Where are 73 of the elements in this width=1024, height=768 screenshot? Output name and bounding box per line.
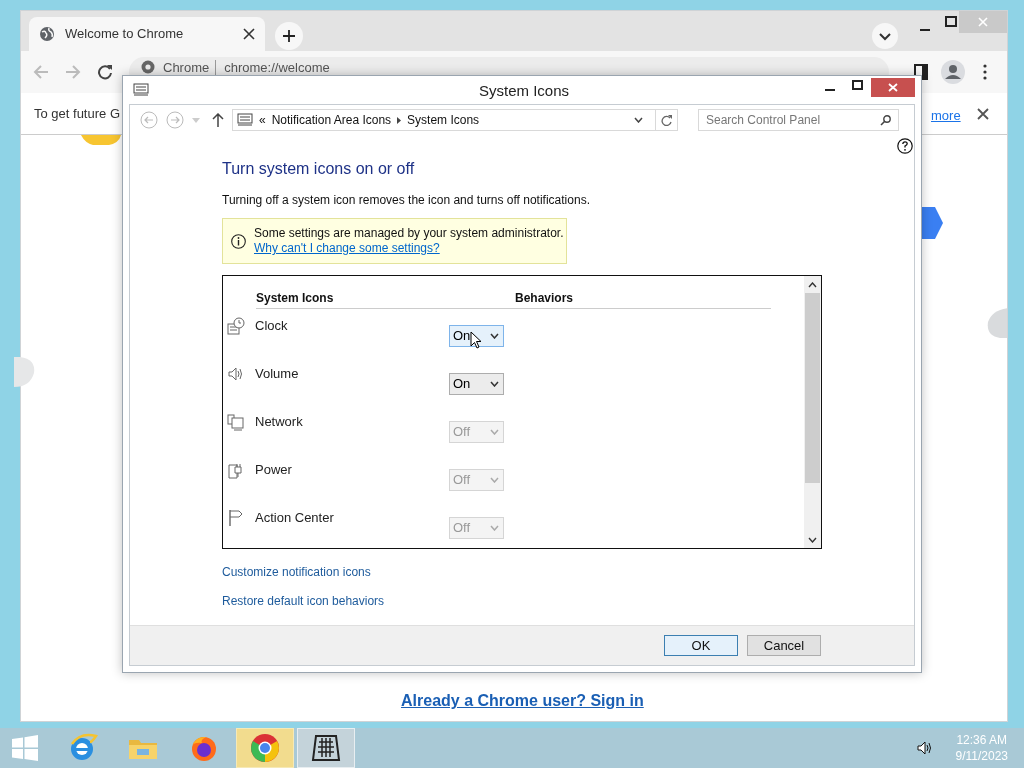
tab-search-icon[interactable] (872, 23, 898, 49)
flag-icon (227, 508, 245, 527)
breadcrumb-item[interactable]: System Icons (407, 111, 480, 129)
help-icon[interactable] (897, 138, 913, 154)
chrome-logo-icon (249, 732, 281, 764)
chrome-logo-icon (141, 60, 155, 74)
maximize-icon[interactable] (852, 80, 863, 90)
behavior-dropdown[interactable]: On (449, 373, 504, 395)
search-icon (880, 114, 891, 126)
windows-logo-icon (12, 735, 38, 761)
chevron-down-icon (490, 381, 499, 387)
info-icon (231, 233, 246, 249)
behavior-dropdown[interactable]: On (449, 325, 504, 347)
dialog-button[interactable]: Cancel (747, 635, 821, 656)
computer-icon (237, 113, 253, 127)
close-icon (888, 83, 898, 92)
chevron-up-icon (808, 282, 817, 288)
sign-in-link[interactable]: Already a Chrome user? Sign in (401, 689, 644, 713)
up-icon[interactable] (212, 113, 224, 127)
reload-icon[interactable] (97, 64, 113, 80)
system-icon-name: Action Center (255, 509, 334, 527)
close-icon (978, 17, 988, 27)
more-icon[interactable] (983, 64, 987, 80)
close-button[interactable] (871, 78, 915, 97)
chevron-right-icon (397, 116, 402, 124)
speaker-icon[interactable] (915, 739, 934, 757)
close-icon[interactable] (243, 28, 255, 40)
restore-link[interactable]: Restore default icon behaviors (222, 592, 385, 610)
chevron-down-icon (490, 477, 499, 483)
sidebar-icon[interactable] (914, 64, 928, 80)
chevron-down-icon (490, 333, 499, 339)
taskbar-app[interactable] (297, 728, 355, 768)
system-icon-name: Volume (255, 365, 299, 383)
dialog-button[interactable]: OK (664, 635, 738, 656)
notice-text: Some settings are managed by your system administrator. (254, 226, 564, 241)
computer-icon (133, 83, 149, 97)
system-icon-name: Power (255, 461, 292, 479)
close-icon[interactable] (977, 108, 989, 120)
column-header: System Icons (256, 290, 335, 307)
infobar-text: To get future G (34, 104, 120, 123)
address-bar[interactable]: « Notification Area Icons System Icons (232, 109, 678, 131)
maximize-icon[interactable] (945, 16, 957, 28)
search-input[interactable]: Search Control Panel (706, 111, 866, 129)
page-heading: Turn system icons on or off (222, 159, 416, 179)
network-icon (227, 412, 245, 431)
url-text: chrome://welcome (224, 60, 330, 75)
clock-icon (227, 316, 245, 335)
illustration-drawing (14, 357, 36, 387)
chevron-down-icon[interactable] (634, 117, 643, 123)
tab-title: Welcome to Chrome (65, 25, 185, 44)
cursor-icon (470, 331, 482, 349)
description-text: Turning off a system icon removes the icon and turns off notifications. (222, 192, 591, 209)
chevron-down-icon (490, 429, 499, 435)
scrollbar-thumb[interactable] (805, 293, 820, 483)
new-tab-icon[interactable] (275, 22, 303, 50)
breadcrumb-item[interactable]: Notification Area Icons (271, 111, 392, 129)
refresh-icon[interactable] (661, 114, 672, 126)
chevron-down-icon (808, 537, 817, 543)
browser-tab[interactable]: Welcome to Chrome (29, 17, 265, 51)
keypad-icon (310, 732, 342, 764)
globe-icon (39, 26, 55, 42)
search-field[interactable]: Search Control Panel (698, 109, 899, 131)
customize-link[interactable]: Customize notification icons (222, 563, 371, 581)
chevron-down-icon (490, 525, 499, 531)
illustration-drawing (81, 135, 121, 145)
learn-more-link[interactable]: more (931, 106, 961, 126)
help-link[interactable]: Why can't I change some settings? (254, 241, 564, 256)
system-icon-name: Clock (255, 317, 288, 335)
scrollbar[interactable] (804, 276, 821, 548)
column-header: Behaviors (515, 290, 574, 307)
system-icon-name: Network (255, 413, 303, 431)
breadcrumb-overflow[interactable]: « (259, 111, 266, 129)
profile-icon[interactable] (941, 60, 965, 84)
